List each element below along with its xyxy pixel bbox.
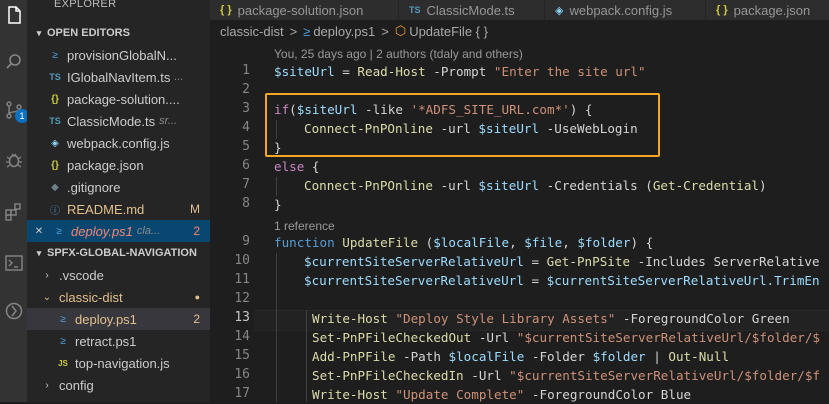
chevron-down-icon: ▾: [36, 27, 42, 38]
line-number: 3: [242, 101, 250, 116]
breadcrumb-separator: >: [289, 23, 298, 39]
tree-folder[interactable]: › config: [27, 374, 210, 396]
activity-bar: 1: [0, 0, 29, 402]
open-editors-header[interactable]: ▾ OPEN EDITORS: [27, 23, 210, 43]
project-header[interactable]: ▾ SPFX-GLOBAL-NAVIGATION: [27, 243, 210, 263]
line-number: 11: [234, 272, 250, 287]
project-label: SPFX-GLOBAL-NAVIGATION: [47, 247, 197, 259]
breadcrumb-separator: >: [381, 23, 389, 39]
function-icon: ⬡: [394, 23, 407, 38]
line-number: 6: [242, 158, 250, 173]
indent-guide: [276, 253, 277, 402]
line-number: 16: [234, 367, 250, 382]
search-icon[interactable]: [2, 50, 25, 73]
breadcrumb-folder[interactable]: classic-dist: [220, 24, 284, 39]
open-editor-item[interactable]: {} package-solution....: [27, 88, 210, 110]
line-number: 13: [234, 310, 250, 325]
line-number: 4: [242, 120, 250, 135]
explorer-sidebar: EXPLORER ▾ OPEN EDITORS ≥ provisionGloba…: [27, 0, 210, 402]
typescript-icon: TS: [49, 116, 61, 126]
extensions-icon[interactable]: [2, 200, 25, 223]
open-editor-item-active[interactable]: ✕ ≥ deploy.ps1 cla... 2: [27, 220, 210, 242]
webpack-icon: ◈: [51, 137, 59, 149]
tab-classic-mode[interactable]: TS ClassicMode.ts: [399, 0, 545, 20]
line-number: 10: [234, 253, 250, 268]
open-editor-item[interactable]: {} package.json: [27, 154, 210, 176]
git-icon: ◆: [51, 181, 59, 193]
code-line[interactable]: Write-Host "Update Complete" -Foreground…: [312, 385, 691, 404]
open-editor-item[interactable]: TS ClassicMode.ts sr...: [27, 110, 210, 132]
json-icon: { }: [716, 4, 728, 16]
chevron-right-icon: ›: [45, 379, 49, 391]
tab-webpack-config[interactable]: ◈ webpack.config.js: [545, 0, 706, 20]
tree-file-selected[interactable]: ≥ deploy.ps1 2: [27, 308, 210, 330]
typescript-icon: TS: [409, 5, 421, 15]
line-number: 9: [242, 234, 250, 249]
line-number: 2: [242, 82, 250, 97]
json-icon: {}: [51, 93, 59, 105]
line-number: 14: [234, 329, 250, 344]
code-line[interactable]: function UpdateFile ($localFile, $file, …: [274, 233, 653, 252]
open-editor-item[interactable]: ◆ .gitignore: [27, 176, 210, 198]
line-number: 7: [242, 177, 250, 192]
tab-package-json[interactable]: { } package.json: [706, 0, 829, 20]
powershell-icon: ≥: [52, 49, 58, 61]
code-line[interactable]: $currentSiteServerRelativeUrl = $current…: [304, 271, 820, 290]
powershell-icon: ≥: [60, 335, 66, 347]
powershell-icon: ≥: [60, 313, 66, 325]
tree-file[interactable]: JS top-navigation.js: [27, 352, 210, 374]
code-line[interactable]: }: [274, 195, 282, 214]
open-editor-item[interactable]: ◈ webpack.config.js: [27, 132, 210, 154]
javascript-icon: JS: [58, 358, 68, 368]
indent-guide: [306, 310, 307, 402]
remote-icon[interactable]: [2, 299, 25, 322]
tree-file[interactable]: ≥ retract.ps1: [27, 330, 210, 352]
open-editor-item[interactable]: ⓘ README.md M: [27, 198, 210, 220]
open-editor-item[interactable]: ≥ provisionGlobalN...: [27, 44, 210, 66]
explorer-icon[interactable]: [2, 3, 25, 26]
tree-folder[interactable]: ⌄ classic-dist ●: [27, 286, 210, 308]
open-editor-item[interactable]: TS IGlobalNavItem.ts...: [27, 66, 210, 88]
line-number: 15: [234, 348, 250, 363]
annotation-highlight-box: [265, 93, 660, 157]
chevron-right-icon: ›: [45, 269, 49, 281]
info-icon: ⓘ: [50, 205, 60, 217]
editor-tabs: { } package-solution.json TS ClassicMode…: [210, 0, 829, 20]
line-number: 17: [234, 386, 250, 401]
line-number: 12: [234, 291, 250, 306]
webpack-icon: ◈: [555, 4, 564, 17]
explorer-title: EXPLORER: [54, 0, 117, 10]
code-line[interactable]: Add-PnPFile -Path $localFile -Folder $fo…: [312, 347, 729, 366]
powershell-icon: ≥: [303, 23, 311, 39]
close-icon[interactable]: ✕: [31, 226, 47, 237]
code-line[interactable]: Set-PnPFileCheckedOut -Url "$currentSite…: [312, 328, 820, 347]
json-icon: { }: [220, 4, 232, 16]
code-line[interactable]: Write-Host "Deploy Style Library Assets"…: [312, 309, 790, 328]
typescript-icon: TS: [49, 72, 61, 82]
line-number: 5: [242, 139, 250, 154]
open-editors-label: OPEN EDITORS: [47, 27, 130, 39]
code-line[interactable]: Connect-PnPOnline -url $siteUrl -Credent…: [304, 176, 767, 195]
json-icon: {}: [51, 159, 59, 171]
chevron-down-icon: ▾: [36, 247, 42, 258]
code-line[interactable]: $siteUrl = Read-Host -Prompt "Enter the …: [274, 62, 646, 81]
line-number: 8: [242, 196, 250, 211]
terminal-icon[interactable]: [2, 251, 25, 274]
tab-package-solution[interactable]: { } package-solution.json: [210, 0, 399, 20]
code-line[interactable]: $currentSiteServerRelativeUrl = Get-PnPS…: [304, 252, 820, 271]
code-line[interactable]: Set-PnPFileCheckedIn -Url "$currentSiteS…: [312, 366, 820, 385]
indent-guide: [276, 177, 277, 196]
chevron-down-icon: ⌄: [42, 291, 52, 303]
code-line[interactable]: else {: [274, 157, 320, 176]
breadcrumb-symbol[interactable]: UpdateFile { }: [409, 24, 488, 39]
breadcrumb: classic-dist > ≥ deploy.ps1 > ⬡ UpdateFi…: [210, 20, 829, 42]
source-control-icon[interactable]: 1: [2, 98, 29, 123]
line-number: 1: [242, 63, 250, 78]
tree-folder[interactable]: › .vscode: [27, 264, 210, 286]
powershell-icon: ≥: [56, 225, 62, 237]
debug-icon[interactable]: [2, 148, 25, 171]
breadcrumb-file[interactable]: deploy.ps1: [313, 24, 375, 39]
